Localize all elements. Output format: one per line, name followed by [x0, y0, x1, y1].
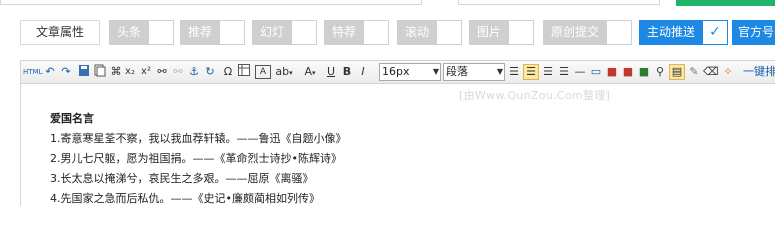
rotate-icon[interactable]: ↻ — [203, 64, 217, 80]
editor-content[interactable]: 爱国名言 1.寄意寒星荃不察，我以我血荐轩辕。——鲁迅《自题小像》 2.男儿七尺… — [50, 109, 347, 209]
image-icon[interactable]: ▭ — [589, 64, 603, 80]
underline-icon[interactable]: U — [325, 64, 337, 80]
official-account-button[interactable]: 官方号 — [732, 20, 775, 45]
align-left-icon[interactable]: ☰ — [507, 64, 521, 80]
tag-original-submit[interactable]: 原创提交 — [543, 20, 633, 45]
font-size-select[interactable]: 16px ▼ — [379, 63, 441, 81]
horizontal-rule-icon[interactable]: — — [573, 64, 587, 80]
content-line: 2.男儿七尺躯，愿为祖国捐。——《革命烈士诗抄•陈辉诗》 — [50, 152, 342, 165]
tag-scroll[interactable]: 滚动 — [397, 20, 463, 45]
attribute-row: 文章属性 头条 推荐 幻灯 特荐 滚动 图片 原创提交 主动推送 ✓ 官方号 — [20, 20, 775, 45]
watermark: [由Www.QunZou.Com整理] — [459, 89, 611, 102]
content-line: 3.长太息以掩涕兮，哀民生之多艰。——屈原《离骚》 — [50, 172, 314, 185]
editor-body[interactable]: [由Www.QunZou.Com整理] 爱国名言 1.寄意寒星荃不察，我以我血荐… — [20, 83, 775, 206]
align-right-icon[interactable]: ☰ — [541, 64, 555, 80]
tag-label: 头条 — [109, 20, 150, 45]
search-replace-icon[interactable]: ⚲ — [653, 64, 667, 80]
magic-format-icon[interactable]: ✧ — [721, 64, 735, 80]
html-source-button[interactable]: HTML — [23, 64, 42, 80]
tag-headline[interactable]: 头条 — [109, 20, 175, 45]
superscript-icon[interactable]: x² — [139, 64, 153, 80]
tag-checkbox[interactable] — [292, 20, 318, 45]
chevron-down-icon: ▼ — [432, 67, 439, 76]
content-line: 4.先国家之急而后私仇。——《史记•廉颇蔺相如列传》 — [50, 192, 320, 205]
tag-label: 推荐 — [180, 20, 221, 45]
tag-label: 滚动 — [397, 20, 438, 45]
tag-slideshow[interactable]: 幻灯 — [252, 20, 318, 45]
tag-label: 特荐 — [324, 20, 365, 45]
map-icon[interactable]: ■ — [637, 64, 651, 80]
tag-checkbox[interactable] — [607, 20, 633, 45]
font-color-icon[interactable]: A▾ — [301, 64, 319, 80]
tag-checkbox[interactable] — [437, 20, 463, 45]
undo-icon[interactable]: ↶ — [43, 64, 57, 80]
format-painter-icon[interactable]: ▤ — [669, 64, 685, 80]
anchor-icon[interactable]: ⚓ — [187, 64, 201, 80]
tag-label: 原创提交 — [543, 20, 608, 45]
video-icon[interactable]: ■ — [621, 64, 635, 80]
title-input-edge[interactable] — [0, 0, 422, 5]
publish-button-edge[interactable] — [676, 0, 775, 6]
tag-active-push[interactable]: 主动推送 ✓ — [639, 20, 729, 45]
eraser-icon[interactable]: ⌫ — [703, 64, 719, 80]
tag-checkbox-checked[interactable]: ✓ — [703, 20, 729, 45]
font-size-value: 16px — [382, 65, 410, 78]
chevron-down-icon: ▼ — [496, 67, 503, 76]
redo-icon[interactable]: ↷ — [59, 64, 73, 80]
brush-icon[interactable]: ✎ — [687, 64, 701, 80]
tag-label: 主动推送 — [639, 20, 704, 45]
tag-checkbox[interactable] — [509, 20, 535, 45]
save-icon[interactable] — [77, 64, 91, 80]
one-key-format-button[interactable]: 一键排 — [743, 64, 775, 80]
highlight-color-icon[interactable]: ab▾ — [273, 64, 295, 80]
align-center-icon[interactable]: ☰ — [523, 64, 539, 80]
paragraph-select[interactable]: 段落 ▼ — [443, 63, 505, 81]
tag-checkbox[interactable] — [220, 20, 246, 45]
tag-special[interactable]: 特荐 — [324, 20, 390, 45]
paragraph-value: 段落 — [446, 65, 468, 78]
media-icon[interactable]: ■ — [605, 64, 619, 80]
special-char-icon[interactable]: Ω — [221, 64, 235, 80]
tag-checkbox[interactable] — [149, 20, 175, 45]
text-frame-icon[interactable]: A — [255, 65, 271, 79]
article-attributes-button[interactable]: 文章属性 — [20, 20, 100, 45]
tag-recommend[interactable]: 推荐 — [180, 20, 246, 45]
content-title: 爱国名言 — [50, 112, 94, 125]
check-icon: ✓ — [709, 24, 721, 40]
content-line: 1.寄意寒星荃不察，我以我血荐轩辕。——鲁迅《自题小像》 — [50, 132, 347, 145]
clear-format-icon[interactable]: ⌘ — [109, 64, 123, 80]
copy-icon[interactable] — [93, 64, 107, 80]
secondary-input-edge[interactable] — [458, 0, 660, 5]
tag-image[interactable]: 图片 — [469, 20, 535, 45]
tag-label: 幻灯 — [252, 20, 293, 45]
unlink-icon[interactable]: ⚯ — [171, 64, 185, 80]
italic-icon[interactable]: I — [357, 64, 369, 80]
subscript-icon[interactable]: x₂ — [123, 64, 137, 80]
editor-toolbar: HTML ↶ ↷ ⌘ x₂ x² ⚯ ⚯ ⚓ ↻ Ω A ab▾ A▾ U B … — [20, 60, 775, 84]
link-icon[interactable]: ⚯ — [155, 64, 169, 80]
align-justify-icon[interactable]: ☰ — [557, 64, 571, 80]
tag-label: 图片 — [469, 20, 510, 45]
table-icon[interactable] — [237, 64, 251, 80]
bold-icon[interactable]: B — [341, 64, 353, 80]
tag-checkbox[interactable] — [364, 20, 390, 45]
